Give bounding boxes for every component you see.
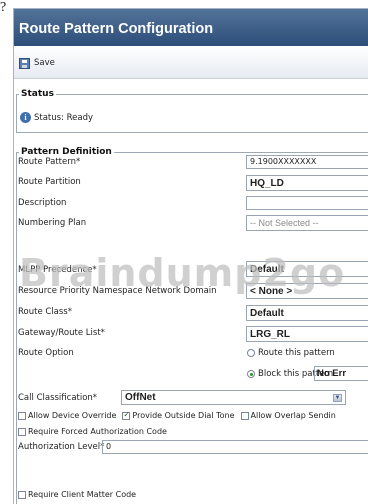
provide-outside-dial-tone-checkbox[interactable]: Provide Outside Dial Tone	[122, 410, 235, 420]
require-forced-auth-label: Require Forced Authorization Code	[28, 427, 167, 436]
call-classification-select[interactable]: OffNet ▼	[121, 390, 346, 405]
route-pattern-label: Route Pattern*	[18, 157, 81, 167]
route-pattern-window: Route Pattern Configuration Save Status …	[13, 8, 368, 504]
save-button-label: Save	[34, 58, 55, 68]
radio-unselected-icon	[247, 349, 255, 357]
save-button[interactable]: Save	[19, 56, 55, 70]
numbering-plan-select[interactable]: -- Not Selected --	[246, 215, 368, 231]
mlpp-precedence-label: MLPP Precedence*	[18, 265, 97, 275]
route-partition-label: Route Partition	[18, 177, 81, 187]
corner-question-mark: ?	[0, 0, 7, 15]
forced-auth-checkbox-row: Require Forced Authorization Code	[18, 427, 167, 436]
allow-overlap-sending-checkbox[interactable]: Allow Overlap Sendin	[240, 411, 336, 420]
call-classification-label: Call Classification*	[18, 393, 98, 403]
checkbox-checked-icon	[122, 410, 131, 420]
description-input[interactable]	[246, 196, 368, 210]
status-legend: Status	[21, 89, 54, 99]
require-forced-auth-checkbox[interactable]: Require Forced Authorization Code	[18, 427, 167, 436]
allow-device-override-checkbox[interactable]: Allow Device Override	[18, 411, 116, 420]
checkbox-unchecked-icon	[18, 411, 26, 420]
gateway-route-list-select[interactable]: LRG_RL	[246, 326, 368, 342]
radio-selected-icon	[247, 370, 255, 378]
status-section: Status i Status: Ready	[16, 89, 368, 133]
allow-device-override-label: Allow Device Override	[28, 411, 117, 420]
provide-outside-dial-tone-label: Provide Outside Dial Tone	[132, 411, 235, 420]
call-classification-value: OffNet	[125, 392, 156, 403]
checkbox-unchecked-icon	[18, 490, 26, 499]
description-label: Description	[18, 198, 67, 208]
numbering-plan-label: Numbering Plan	[18, 218, 87, 228]
resource-priority-label: Resource Priority Namespace Network Doma…	[18, 286, 217, 296]
save-disk-icon	[19, 57, 30, 69]
route-this-pattern-label: Route this pattern	[258, 348, 335, 358]
resource-priority-select[interactable]: < None >	[246, 283, 368, 299]
route-option-label: Route Option	[18, 348, 74, 358]
override-checkbox-row: Allow Device Override Provide Outside Di…	[18, 410, 336, 420]
checkbox-unchecked-icon	[240, 411, 249, 420]
toolbar: Save	[14, 46, 368, 79]
require-client-matter-label: Require Client Matter Code	[28, 490, 137, 499]
checkbox-unchecked-icon	[18, 427, 26, 436]
info-icon: i	[20, 112, 31, 123]
authorization-level-label: Authorization Level*	[18, 442, 105, 452]
page-title: Route Pattern Configuration	[14, 9, 368, 46]
mlpp-precedence-select[interactable]: Default	[246, 261, 368, 277]
pattern-definition-legend: Pattern Definition	[21, 147, 112, 157]
authorization-level-input[interactable]: 0	[102, 440, 368, 454]
route-class-select[interactable]: Default	[246, 305, 368, 321]
require-client-matter-checkbox[interactable]: Require Client Matter Code	[18, 490, 136, 499]
gateway-route-list-label: Gateway/Route List*	[18, 328, 105, 338]
status-text: Status: Ready	[34, 113, 94, 123]
chevron-down-icon: ▼	[333, 394, 342, 402]
allow-overlap-sending-label: Allow Overlap Sendin	[250, 411, 336, 420]
route-pattern-input[interactable]: 9.1900XXXXXXX	[246, 155, 368, 169]
route-partition-select[interactable]: HQ_LD	[246, 175, 368, 191]
block-reason-select[interactable]: No Err	[314, 366, 368, 381]
route-class-label: Route Class*	[18, 307, 72, 317]
client-matter-checkbox-row: Require Client Matter Code	[18, 490, 136, 499]
route-this-pattern-radio[interactable]: Route this pattern	[247, 348, 335, 358]
